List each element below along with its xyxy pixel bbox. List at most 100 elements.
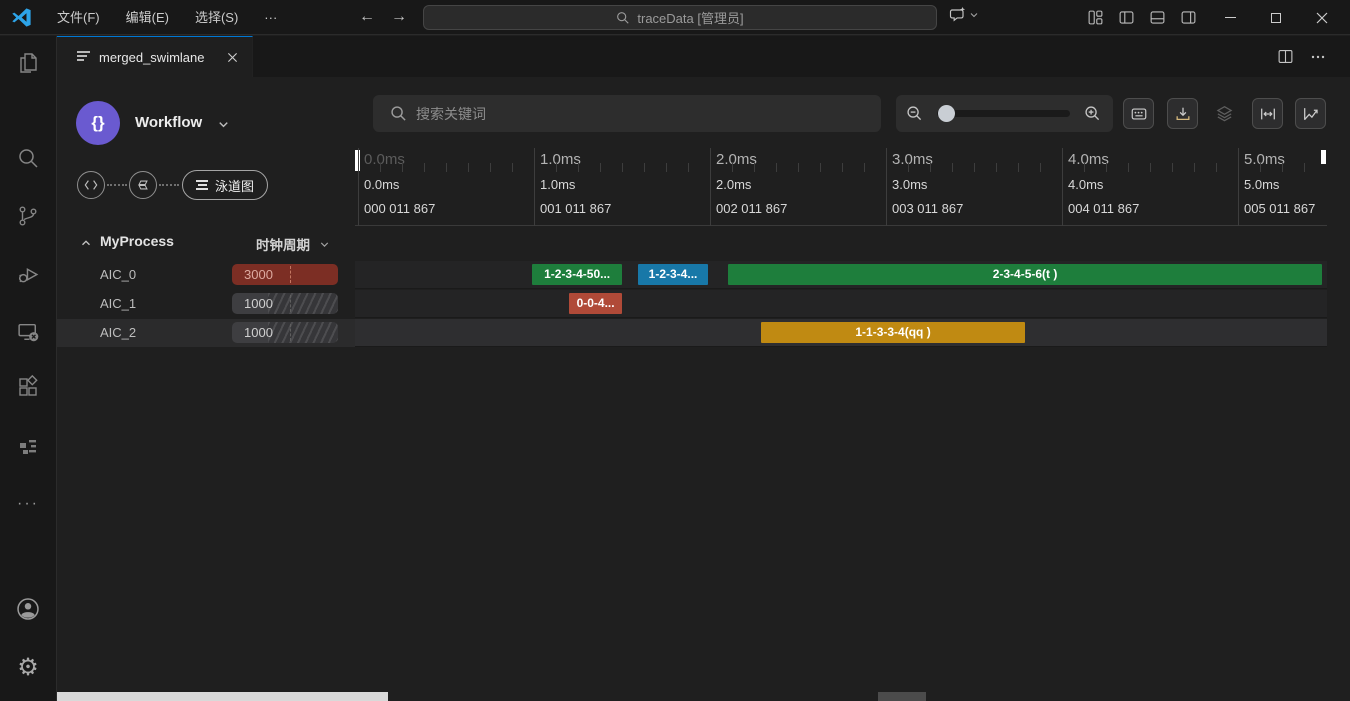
- chart-view-button[interactable]: [1295, 98, 1326, 129]
- editor-more-actions-icon[interactable]: [1305, 44, 1331, 69]
- minimize-icon: [1225, 17, 1236, 18]
- zoom-slider-track[interactable]: [937, 110, 1070, 117]
- ruler-minor-tick: [424, 163, 425, 172]
- node-connector: [159, 184, 179, 186]
- activity-bar: ··· ⚙: [0, 36, 57, 701]
- ruler-major-label: 1.0ms: [540, 151, 581, 168]
- legend-panel-button[interactable]: [1123, 98, 1154, 129]
- ruler-major-label: 0.0ms: [364, 151, 405, 168]
- event-bar[interactable]: 1-2-3-4...: [638, 264, 708, 285]
- sidebar-item-run-debug[interactable]: [0, 250, 56, 298]
- zoom-in-icon[interactable]: [1084, 105, 1101, 122]
- timeline-ruler[interactable]: 0.0ms0.0ms000 011 8671.0ms1.0ms001 011 8…: [355, 148, 1327, 226]
- toggle-secondary-sidebar-icon[interactable]: [1175, 5, 1201, 30]
- node-code-button[interactable]: [77, 171, 105, 199]
- badge-hatch-pattern: [268, 322, 338, 343]
- workflow-avatar[interactable]: {}: [76, 101, 120, 145]
- sidebar-item-source-control[interactable]: [0, 192, 56, 240]
- unit-selector-label: 时钟周期: [256, 234, 310, 254]
- sidebar-item-remote-explorer[interactable]: [0, 308, 56, 356]
- download-button[interactable]: [1167, 98, 1198, 129]
- remote-monitor-icon: [16, 320, 41, 345]
- ruler-minor-tick: [908, 163, 909, 172]
- ruler-minor-tick: [1282, 163, 1283, 172]
- window-close-button[interactable]: [1299, 0, 1345, 35]
- ruler-minor-tick: [512, 163, 513, 172]
- event-bar[interactable]: 1-2-3-4-50...: [532, 264, 622, 285]
- ruler-minor-tick: [644, 163, 645, 172]
- menu-edit[interactable]: 编辑(E): [113, 6, 182, 30]
- layers-button[interactable]: [1209, 98, 1240, 129]
- lane-name-label: AIC_2: [100, 319, 136, 347]
- timeline-search-input[interactable]: 搜索关键词: [373, 95, 881, 132]
- account-button[interactable]: [0, 585, 56, 633]
- ruler-major-label: 3.0ms: [892, 151, 933, 168]
- ruler-time-label: 0.0ms: [364, 177, 399, 192]
- process-collapse-chevron-up-icon[interactable]: [79, 236, 93, 250]
- ruler-minor-tick: [1128, 163, 1129, 172]
- swimlane-view-button[interactable]: 泳道图: [182, 170, 268, 200]
- toggle-sidebar-icon[interactable]: [1113, 5, 1139, 30]
- sidebar-item-more[interactable]: ···: [0, 480, 56, 528]
- vscode-logo-icon: [10, 6, 33, 29]
- zoom-out-icon[interactable]: [906, 105, 923, 122]
- event-bar[interactable]: 0-0-4...: [569, 293, 622, 314]
- nav-forward-icon[interactable]: →: [386, 0, 412, 35]
- workflow-title[interactable]: Workflow: [135, 114, 202, 131]
- ruler-minor-tick: [688, 163, 689, 172]
- workflow-chevron-down-icon[interactable]: [216, 117, 231, 132]
- lane-capacity-badge: 1000: [232, 293, 338, 314]
- ruler-major-label: 5.0ms: [1244, 151, 1285, 168]
- tab-bar: merged_swimlane: [57, 36, 1350, 77]
- ruler-gridline: [1062, 148, 1063, 226]
- playhead-right-marker[interactable]: [1321, 150, 1326, 164]
- ruler-minor-tick: [820, 163, 821, 172]
- zoom-slider-thumb[interactable]: [938, 105, 955, 122]
- ruler-minor-tick: [1172, 163, 1173, 172]
- process-name[interactable]: MyProcess: [100, 233, 174, 249]
- ruler-minor-tick: [600, 163, 601, 172]
- sidebar-item-search[interactable]: [0, 134, 56, 182]
- sidebar-item-extensions[interactable]: [0, 363, 56, 411]
- unit-selector-dropdown[interactable]: 时钟周期: [256, 234, 331, 254]
- split-editor-icon[interactable]: [1272, 44, 1298, 69]
- customize-layout-icon[interactable]: [1082, 5, 1108, 30]
- ruler-minor-tick: [380, 163, 381, 172]
- node-layers-button[interactable]: [129, 171, 157, 199]
- nav-back-icon[interactable]: ←: [354, 0, 380, 35]
- menu-more[interactable]: ···: [251, 6, 290, 30]
- menu-selection[interactable]: 选择(S): [182, 6, 251, 30]
- ruler-minor-tick: [1216, 163, 1217, 172]
- search-icon: [16, 146, 40, 170]
- toggle-panel-icon[interactable]: [1144, 5, 1170, 30]
- copilot-chat-button[interactable]: [948, 5, 980, 25]
- window-minimize-button[interactable]: [1207, 0, 1253, 35]
- fit-width-button[interactable]: [1252, 98, 1283, 129]
- command-center-value: traceData [管理员]: [637, 8, 743, 27]
- files-icon: [16, 51, 40, 75]
- ruler-minor-tick: [754, 163, 755, 172]
- sidebar-item-explorer[interactable]: [0, 39, 56, 87]
- tab-merged-swimlane[interactable]: merged_swimlane: [57, 36, 253, 77]
- ruler-gridline: [534, 148, 535, 226]
- ruler-time-label: 3.0ms: [892, 177, 927, 192]
- window-maximize-button[interactable]: [1253, 0, 1299, 35]
- ruler-major-label: 2.0ms: [716, 151, 757, 168]
- ruler-cycle-label: 000 011 867: [364, 201, 435, 216]
- menu-file[interactable]: 文件(F): [44, 6, 113, 30]
- node-connector: [107, 184, 127, 186]
- settings-gear-icon[interactable]: ⚙: [0, 643, 56, 691]
- account-icon: [15, 596, 41, 622]
- horizontal-scrollbar-right[interactable]: [878, 692, 926, 701]
- event-bar[interactable]: 1-1-3-3-4(qq ): [761, 322, 1025, 343]
- horizontal-scrollbar-left[interactable]: [57, 692, 388, 701]
- sidebar-item-trace-blocks[interactable]: [0, 422, 56, 470]
- copilot-chat-icon: [948, 5, 968, 25]
- download-icon: [1174, 105, 1192, 123]
- tab-close-icon[interactable]: [222, 47, 242, 67]
- event-bar[interactable]: 2-3-4-5-6(t ): [728, 264, 1323, 285]
- badge-value: 3000: [244, 264, 273, 285]
- ruler-minor-tick: [1040, 163, 1041, 172]
- ruler-time-label: 2.0ms: [716, 177, 751, 192]
- command-center-search[interactable]: traceData [管理员]: [423, 5, 937, 30]
